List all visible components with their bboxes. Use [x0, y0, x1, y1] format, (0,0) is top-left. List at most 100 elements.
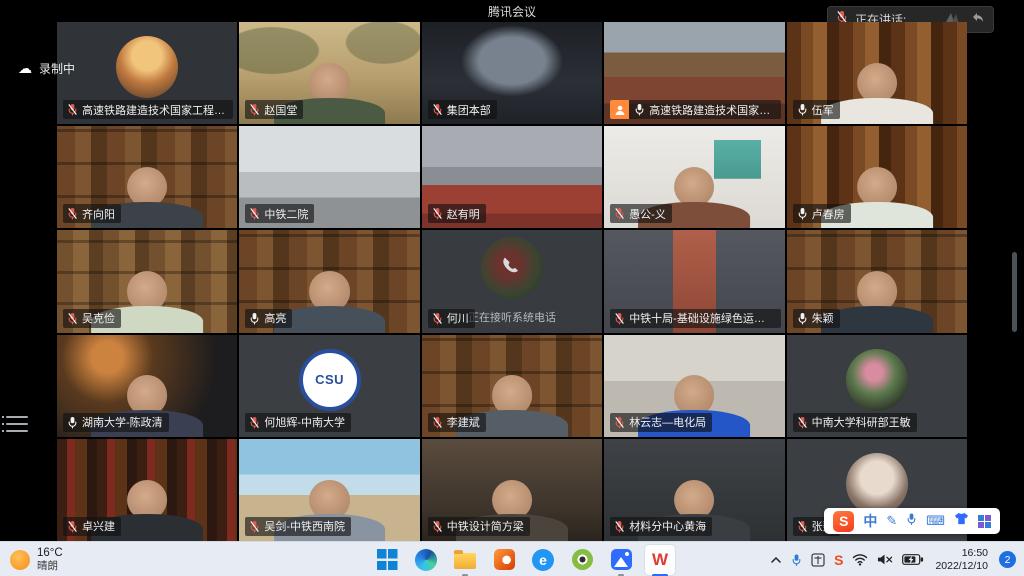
- tray-mic-icon[interactable]: [791, 553, 802, 567]
- host-person-badge-icon: [610, 100, 629, 119]
- ime-toolbox-icon[interactable]: [978, 515, 991, 528]
- participant-tile[interactable]: 高亮: [239, 230, 419, 332]
- sogou-tray-icon[interactable]: S: [834, 552, 843, 568]
- participant-tile[interactable]: 正在接听系统电话何川: [422, 230, 602, 332]
- file-explorer-button[interactable]: [450, 545, 480, 575]
- windows-start-button[interactable]: [372, 545, 402, 575]
- e-browser-button[interactable]: e: [528, 545, 558, 575]
- participant-tile[interactable]: 卓兴建: [57, 439, 237, 541]
- participant-tile[interactable]: 材料分中心黄海: [604, 439, 784, 541]
- weather-widget[interactable]: 16°C 晴朗: [10, 542, 63, 576]
- participant-name-chip: 赵国堂: [245, 100, 303, 119]
- participant-tile[interactable]: 高速铁路建造技术国家工程研究: [604, 22, 784, 124]
- voice-input-icon[interactable]: [906, 512, 917, 531]
- weather-temperature: 16°C: [37, 547, 63, 560]
- mic-muted-icon: [249, 520, 260, 533]
- handwriting-pen-icon[interactable]: ✎: [886, 513, 897, 529]
- participant-tile[interactable]: CSU何旭辉-中南大学: [239, 335, 419, 437]
- participant-name: 卢春房: [812, 206, 845, 222]
- participant-name: 材料分中心黄海: [629, 518, 706, 534]
- soft-keyboard-icon[interactable]: ⌨: [926, 513, 945, 529]
- participant-name-chip: 高亮: [245, 309, 292, 328]
- participant-tile[interactable]: 卢春房: [787, 126, 967, 228]
- participant-name: 伍军: [812, 102, 834, 118]
- participant-tile[interactable]: 吴克俭: [57, 230, 237, 332]
- participant-avatar: [846, 453, 908, 515]
- tray-time: 16:50: [962, 547, 988, 560]
- participant-name-chip: 何旭辉-中南大学: [245, 413, 351, 432]
- participant-avatar: [116, 36, 178, 98]
- green-utility-button[interactable]: [567, 545, 597, 575]
- recording-indicator: ☁ 录制中: [18, 60, 75, 77]
- participant-tile[interactable]: 愚公-义: [604, 126, 784, 228]
- participant-tile[interactable]: 林云志—电化局: [604, 335, 784, 437]
- mic-muted-icon: [249, 416, 260, 429]
- mic-muted-icon: [614, 312, 625, 325]
- member-list-toggle[interactable]: [6, 414, 28, 434]
- scrollbar-thumb[interactable]: [1012, 252, 1017, 332]
- office-button[interactable]: [489, 545, 519, 575]
- mic-muted-icon: [67, 103, 78, 116]
- battery-charging-icon[interactable]: [902, 554, 924, 565]
- participant-tile[interactable]: 高速铁路建造技术国家工程研究中心: [57, 22, 237, 124]
- participant-name-chip: 赵有明: [428, 204, 486, 223]
- wps-office-button[interactable]: W: [645, 545, 675, 575]
- mic-muted-icon: [614, 207, 625, 220]
- input-method-icon[interactable]: [811, 553, 825, 567]
- participant-tile[interactable]: 集团本部: [422, 22, 602, 124]
- participant-tile[interactable]: 齐向阳: [57, 126, 237, 228]
- participant-tile[interactable]: 吴剑-中铁西南院: [239, 439, 419, 541]
- participant-tile[interactable]: 中铁十局-基础设施绿色运维分中心: [604, 230, 784, 332]
- notification-count-badge[interactable]: 2: [999, 551, 1016, 568]
- mic-on-icon: [797, 103, 808, 116]
- skin-shirt-icon[interactable]: [954, 512, 969, 530]
- speaker-muted-icon[interactable]: [877, 553, 893, 566]
- participant-name: 中铁十局-基础设施绿色运维分中心: [629, 310, 774, 326]
- file-explorer-icon: [454, 553, 476, 569]
- ime-toolbar[interactable]: S 中 ✎ ⌨: [824, 508, 1000, 534]
- participant-name: 何旭辉-中南大学: [264, 414, 345, 430]
- tencent-meeting-icon: [611, 549, 632, 570]
- participant-tile[interactable]: 中铁二院: [239, 126, 419, 228]
- tray-chevron-up-icon[interactable]: [770, 556, 782, 564]
- wifi-icon[interactable]: [852, 553, 868, 566]
- participant-tile[interactable]: 中南大学科研部王敏: [787, 335, 967, 437]
- mic-muted-icon: [432, 312, 443, 325]
- mic-muted-icon: [249, 207, 260, 220]
- tencent-meeting-button[interactable]: [606, 545, 636, 575]
- participant-name: 集团本部: [447, 102, 491, 118]
- sogou-logo-icon[interactable]: S: [833, 511, 854, 532]
- mic-muted-icon: [614, 520, 625, 533]
- participant-tile[interactable]: 中铁设计简方梁: [422, 439, 602, 541]
- recording-label: 录制中: [39, 60, 75, 77]
- mic-muted-icon: [614, 416, 625, 429]
- participant-tile[interactable]: 湖南大学-陈政清: [57, 335, 237, 437]
- mic-muted-icon: [797, 416, 808, 429]
- reply-arrow-icon[interactable]: [969, 9, 985, 30]
- participant-name-chip: 集团本部: [428, 100, 497, 119]
- mic-on-icon: [634, 103, 645, 116]
- windows-start-icon: [377, 549, 398, 570]
- participant-name-chip: 林云志—电化局: [610, 413, 712, 432]
- participant-tile[interactable]: 赵有明: [422, 126, 602, 228]
- participant-name: 朱颖: [812, 310, 834, 326]
- chinese-mode-icon[interactable]: 中: [863, 511, 877, 531]
- weather-condition: 晴朗: [37, 560, 63, 572]
- mic-muted-icon: [432, 520, 443, 533]
- participant-tile[interactable]: 伍军: [787, 22, 967, 124]
- participant-name-chip: 材料分中心黄海: [610, 517, 712, 536]
- participant-avatar: [846, 349, 908, 411]
- participant-tile[interactable]: 朱颖: [787, 230, 967, 332]
- participant-tile[interactable]: 李建斌: [422, 335, 602, 437]
- participant-tile[interactable]: 赵国堂: [239, 22, 419, 124]
- participant-name-chip: 何川: [428, 309, 475, 328]
- participant-name: 赵有明: [447, 206, 480, 222]
- clock-widget[interactable]: 16:50 2022/12/10: [935, 547, 988, 572]
- participant-name-chip: 愚公-义: [610, 204, 672, 223]
- mic-muted-icon: [67, 312, 78, 325]
- office-icon: [494, 549, 515, 570]
- participant-name-chip: 吴剑-中铁西南院: [245, 517, 351, 536]
- phone-status-text: 正在接听系统电话: [468, 309, 556, 325]
- edge-browser-button[interactable]: [411, 545, 441, 575]
- participant-name-chip: 中铁二院: [245, 204, 314, 223]
